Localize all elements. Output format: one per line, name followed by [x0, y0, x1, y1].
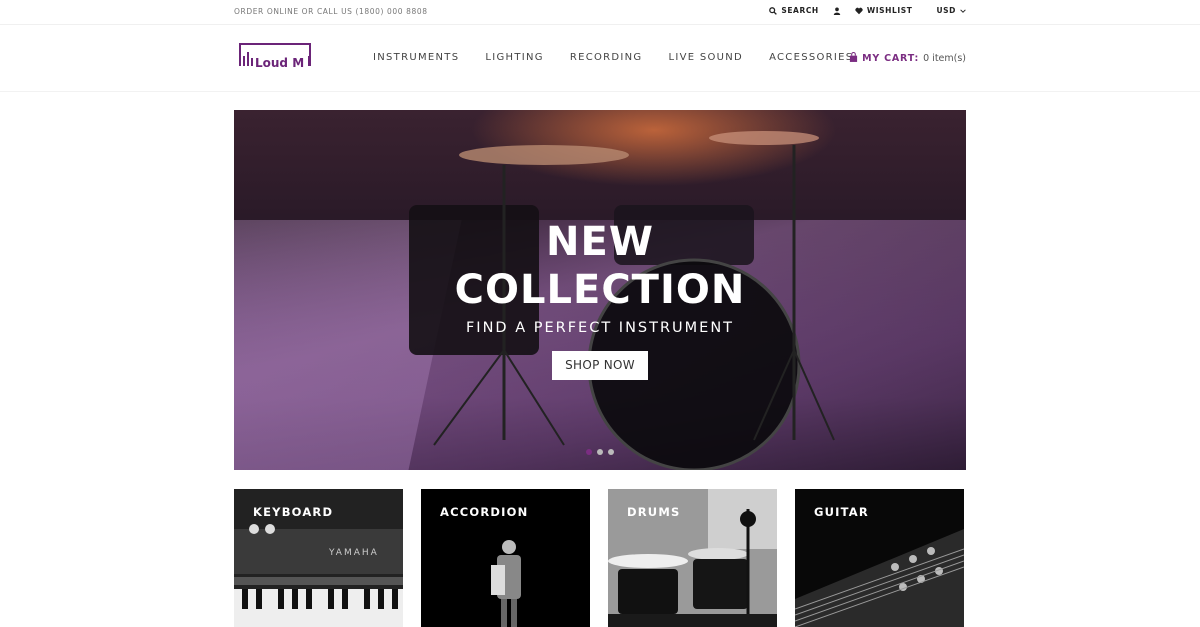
- slider-dot-1[interactable]: [586, 449, 592, 455]
- search-icon: [769, 6, 778, 15]
- category-label: DRUMS: [627, 505, 681, 519]
- slider-dot-2[interactable]: [597, 449, 603, 455]
- cart-label: MY CART:: [862, 53, 920, 64]
- nav-instruments[interactable]: INSTRUMENTS: [373, 52, 459, 63]
- promo-text: ORDER ONLINE OR CALL US (1800) 000 8808: [234, 7, 428, 16]
- svg-text:YAMAHA: YAMAHA: [328, 548, 379, 558]
- cart-link[interactable]: MY CART: 0 item(s): [849, 51, 966, 65]
- currency-label: USD: [936, 6, 956, 15]
- category-drums[interactable]: DRUMS: [608, 489, 777, 627]
- wishlist-link[interactable]: WISHLIST: [855, 6, 913, 15]
- category-label: KEYBOARD: [253, 505, 334, 519]
- chevron-down-icon: [960, 8, 966, 14]
- category-accordion[interactable]: ACCORDION: [421, 489, 590, 627]
- search-label: SEARCH: [781, 6, 819, 15]
- category-label: GUITAR: [814, 505, 869, 519]
- currency-select[interactable]: USD: [936, 6, 966, 15]
- cart-count: 0 item(s): [923, 53, 966, 64]
- logo-text: Loud M: [255, 56, 304, 70]
- wishlist-label: WISHLIST: [866, 6, 913, 15]
- slider-dots: [586, 449, 614, 455]
- main-header: Loud M INSTRUMENTS LIGHTING RECORDING LI…: [0, 26, 1200, 92]
- utility-links: SEARCH WISHLIST USD: [755, 6, 966, 15]
- shop-now-button[interactable]: SHOP NOW: [552, 351, 648, 380]
- top-bar: ORDER ONLINE OR CALL US (1800) 000 8808 …: [0, 0, 1200, 25]
- slider-dot-3[interactable]: [608, 449, 614, 455]
- nav-live-sound[interactable]: LIVE SOUND: [668, 52, 743, 63]
- category-guitar[interactable]: GUITAR: [795, 489, 964, 627]
- hero-title-line1: NEW: [546, 219, 654, 265]
- heart-icon: [855, 7, 863, 15]
- nav-recording[interactable]: RECORDING: [570, 52, 643, 63]
- hero-banner: NEW COLLECTION FIND A PERFECT INSTRUMENT…: [234, 110, 966, 470]
- search-link[interactable]: SEARCH: [769, 6, 819, 15]
- user-icon: [833, 7, 841, 15]
- main-nav: INSTRUMENTS LIGHTING RECORDING LIVE SOUN…: [373, 52, 879, 63]
- category-label: ACCORDION: [440, 505, 529, 519]
- hero-subtitle: FIND A PERFECT INSTRUMENT: [465, 320, 735, 336]
- hero-content: NEW COLLECTION FIND A PERFECT INSTRUMENT…: [234, 218, 966, 380]
- logo-mark: Loud M: [239, 43, 311, 70]
- category-keyboard[interactable]: YAMAHA KEYBOARD: [234, 489, 403, 627]
- nav-accessories[interactable]: ACCESSORIES: [769, 52, 853, 63]
- category-tiles: YAMAHA KEYBOARD ACCORDION DRUMS GUITAR: [234, 489, 966, 627]
- site-logo[interactable]: Loud M: [238, 42, 314, 72]
- shopping-bag-icon: [849, 51, 858, 65]
- account-link[interactable]: [833, 7, 841, 15]
- hero-title-line2: COLLECTION: [454, 267, 746, 313]
- nav-lighting[interactable]: LIGHTING: [485, 52, 543, 63]
